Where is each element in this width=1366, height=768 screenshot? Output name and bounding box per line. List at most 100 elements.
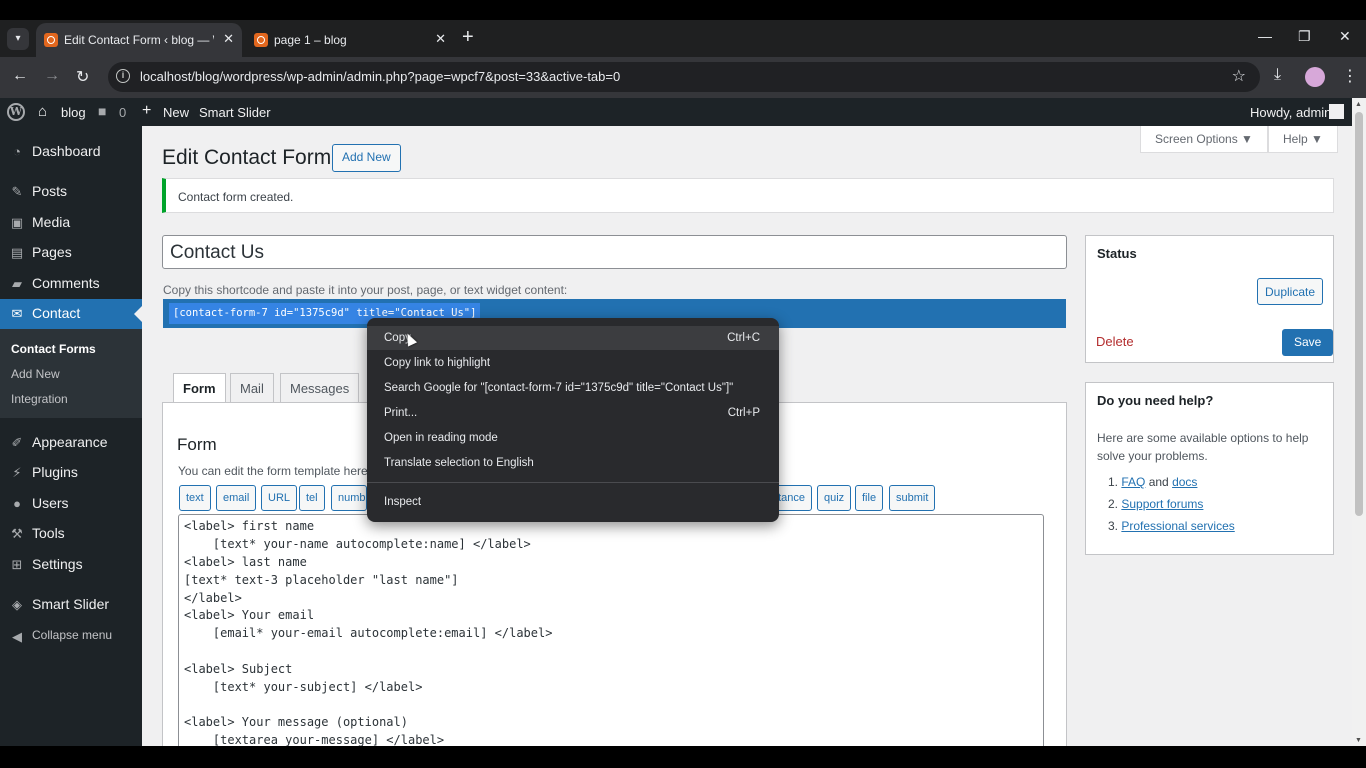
and-text: and [1145, 475, 1173, 489]
sidebar-item-posts[interactable]: ✎ Posts [0, 177, 142, 207]
context-item-copy[interactable]: Copy Ctrl+C [367, 326, 779, 350]
sidebar-item-tools[interactable]: ⚒ Tools [0, 519, 142, 549]
sidebar-item-contact[interactable]: ✉ Contact [0, 299, 142, 329]
plus-icon[interactable]: + [142, 102, 151, 120]
address-bar[interactable]: i localhost/blog/wordpress/wp-admin/admi… [108, 62, 1260, 92]
support-forums-link[interactable]: Support forums [1121, 497, 1203, 511]
tab-form[interactable]: Form [173, 373, 226, 403]
sidebar-item-label: Media [32, 214, 71, 230]
download-icon[interactable]: ⤓ [1274, 66, 1281, 84]
tag-button-text[interactable]: text [179, 485, 211, 511]
submenu-add-new[interactable]: Add New [11, 367, 60, 381]
adminbar-new[interactable]: New [163, 105, 189, 120]
tag-button-email[interactable]: email [216, 485, 257, 511]
tag-button-file[interactable]: file [855, 485, 884, 511]
page-title: Edit Contact Form [162, 146, 332, 169]
scrollbar-thumb[interactable] [1355, 112, 1363, 516]
user-icon: ● [13, 496, 21, 511]
reload-icon[interactable]: ↻ [76, 67, 89, 87]
brush-icon: ✐ [11, 435, 23, 450]
forward-arrow-icon[interactable]: → [44, 67, 60, 85]
minimize-icon[interactable]: — [1258, 28, 1272, 44]
save-button[interactable]: Save [1282, 329, 1334, 356]
context-item-search-google[interactable]: Search Google for "[contact-form-7 id="1… [367, 376, 779, 400]
context-item-label: Print... [384, 407, 418, 419]
context-item-inspect[interactable]: Inspect [367, 490, 779, 514]
comment-icon: ▰ [12, 276, 22, 291]
scroll-up-arrow-icon[interactable]: ▲ [1355, 101, 1362, 108]
admin-avatar[interactable] [1329, 104, 1344, 119]
page-scrollbar[interactable]: ▲ ▼ [1352, 98, 1366, 746]
window-close-icon[interactable]: ✕ [1339, 28, 1351, 45]
sidebar-item-comments[interactable]: ▰ Comments [0, 269, 142, 299]
sidebar-item-label: Posts [32, 183, 68, 199]
tag-button-submit[interactable]: submit [889, 485, 936, 511]
sidebar-item-appearance[interactable]: ✐ Appearance [0, 428, 142, 458]
screen-options-button[interactable]: Screen Options ▼ [1140, 126, 1268, 153]
sidebar-item-settings[interactable]: ⊞ Settings [0, 550, 142, 580]
docs-link[interactable]: docs [1172, 475, 1197, 489]
back-arrow-icon[interactable]: ← [12, 67, 28, 85]
form-heading: Form [177, 435, 217, 454]
restore-icon[interactable]: ❐ [1298, 28, 1311, 45]
sidebar-item-label: Appearance [32, 434, 108, 450]
adminbar-site-name[interactable]: blog [61, 105, 86, 120]
sidebar-item-label: Users [32, 495, 69, 511]
sidebar-item-label: Comments [32, 275, 100, 291]
browser-tab-edit-contact-form[interactable]: Edit Contact Form ‹ blog — Wo ✕ [36, 23, 242, 57]
profile-avatar-icon[interactable] [1305, 67, 1325, 87]
adminbar-smart-slider[interactable]: Smart Slider [199, 105, 271, 120]
faq-link[interactable]: FAQ [1121, 475, 1145, 489]
delete-link[interactable]: Delete [1096, 334, 1134, 349]
sidebar-item-plugins[interactable]: ⚡ Plugins [0, 458, 142, 488]
code-line: <label> last name [184, 555, 307, 569]
professional-services-link[interactable]: Professional services [1121, 519, 1234, 533]
help-text: Here are some available options to help … [1097, 431, 1309, 463]
new-tab-plus-icon[interactable]: + [462, 26, 474, 49]
home-icon[interactable]: ⌂ [38, 103, 47, 120]
tab-close-icon[interactable]: ✕ [435, 31, 446, 47]
sidebar-item-smart-slider[interactable]: ◈ Smart Slider [0, 590, 142, 620]
submenu-contact-forms[interactable]: Contact Forms [11, 342, 96, 356]
add-new-button[interactable]: Add New [332, 144, 401, 172]
context-item-print[interactable]: Print... Ctrl+P [367, 401, 779, 425]
sidebar-item-users[interactable]: ● Users [0, 489, 142, 519]
context-item-shortcut: Ctrl+P [727, 407, 760, 419]
tag-button-url[interactable]: URL [261, 485, 298, 511]
code-line: [text* text-3 placeholder "last name"] [184, 573, 459, 587]
sidebar-item-pages[interactable]: ▤ Pages [0, 238, 142, 268]
submenu-integration[interactable]: Integration [11, 392, 68, 406]
browser-menu-icon[interactable]: ⋮ [1342, 66, 1358, 86]
code-line: [email* your-email autocomplete:email] <… [184, 626, 553, 640]
tab-close-icon[interactable]: ✕ [223, 31, 234, 47]
form-title-input[interactable]: Contact Us [162, 235, 1067, 269]
adminbar-comments-count[interactable]: 0 [119, 105, 126, 120]
tab-search-chevron-icon[interactable]: ▾ [7, 28, 29, 50]
context-menu: Copy Ctrl+C Copy link to highlight Searc… [367, 318, 779, 522]
adminbar-howdy[interactable]: Howdy, admin [1250, 105, 1331, 120]
sidebar-item-label: Tools [32, 525, 65, 541]
comment-bubble-icon[interactable]: ■ [98, 103, 106, 119]
tag-button-tel[interactable]: tel [299, 485, 325, 511]
context-separator [367, 482, 779, 483]
site-info-icon[interactable]: i [116, 69, 130, 83]
context-item-translate[interactable]: Translate selection to English [367, 451, 779, 475]
wordpress-logo-icon[interactable]: W [7, 103, 25, 121]
tag-button-quiz[interactable]: quiz [817, 485, 852, 511]
browser-tab-page-1[interactable]: page 1 – blog ✕ [246, 23, 454, 57]
scroll-down-arrow-icon[interactable]: ▼ [1355, 737, 1362, 744]
tab-mail[interactable]: Mail [230, 373, 274, 403]
tab-messages[interactable]: Messages [280, 373, 360, 403]
help-button[interactable]: Help ▼ [1268, 126, 1338, 153]
form-template-editor[interactable]: <label> first name [text* your-name auto… [178, 514, 1044, 746]
tag-button-number[interactable]: number [331, 485, 367, 511]
sidebar-item-dashboard[interactable]: ◔ Dashboard [0, 137, 142, 167]
sidebar-item-media[interactable]: ▣ Media [0, 208, 142, 238]
duplicate-button[interactable]: Duplicate [1257, 278, 1324, 305]
bookmark-star-icon[interactable]: ☆ [1232, 66, 1246, 86]
tab-title: page 1 – blog [274, 33, 347, 47]
context-item-reading-mode[interactable]: Open in reading mode [367, 426, 779, 450]
collapse-menu[interactable]: ◀ Collapse menu [0, 622, 142, 652]
context-item-copy-link[interactable]: Copy link to highlight [367, 351, 779, 375]
context-item-label: Open in reading mode [384, 432, 498, 444]
